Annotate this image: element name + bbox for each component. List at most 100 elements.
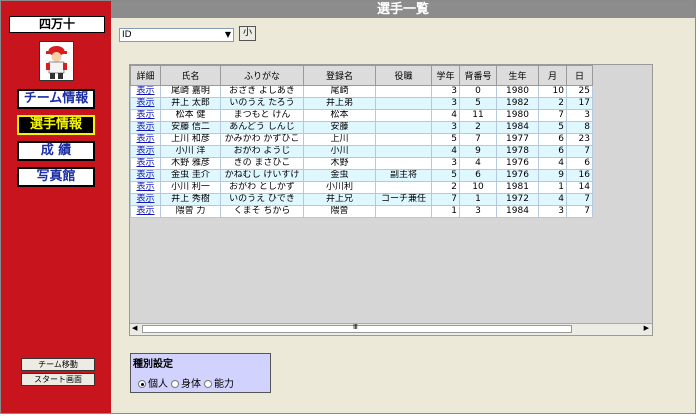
column-header[interactable]: ふりがな	[220, 65, 304, 86]
detail-link[interactable]: 表示	[130, 97, 161, 110]
table-cell: 4	[459, 157, 497, 170]
table-cell: 井上 太郎	[160, 97, 221, 110]
column-header[interactable]: 詳細	[130, 65, 161, 86]
table-cell: 14	[566, 181, 593, 194]
table-cell: 4	[431, 145, 460, 158]
table-cell: 1982	[496, 97, 539, 110]
table-cell: コーチ兼任	[375, 193, 432, 206]
table-cell: かみかわ かずひこ	[220, 133, 304, 146]
column-header[interactable]: 登録名	[303, 65, 376, 86]
scroll-right-icon[interactable]: ▶	[644, 324, 649, 332]
nav-stats-button[interactable]: 成 績	[17, 141, 95, 161]
table-cell: 1976	[496, 169, 539, 182]
table-row: 表示 隈曽 力くまそ ちから 隈曽 1 3 1984 3 7	[130, 205, 593, 218]
table-cell: 7	[431, 193, 460, 206]
detail-link[interactable]: 表示	[130, 121, 161, 134]
table-cell: 16	[566, 169, 593, 182]
table-cell: 7	[459, 133, 497, 146]
table-cell: かねむし けいすけ	[220, 169, 304, 182]
chevron-down-icon: ▼	[224, 30, 231, 39]
table-row: 表示 小川 洋おがわ ようじ 小川 4 9 1978 6 7	[130, 145, 593, 158]
table-cell: 2	[459, 121, 497, 134]
radio-icon[interactable]	[138, 380, 146, 388]
column-header[interactable]: 日	[566, 65, 593, 86]
table-cell: 7	[566, 205, 593, 218]
radio-icon[interactable]	[171, 380, 179, 388]
table-cell: 3	[538, 205, 567, 218]
radio-icon[interactable]	[204, 380, 212, 388]
detail-link[interactable]: 表示	[130, 157, 161, 170]
column-header[interactable]: 月	[538, 65, 567, 86]
detail-link[interactable]: 表示	[130, 205, 161, 218]
table-cell: 小川 利一	[160, 181, 221, 194]
table-cell: 安藤	[303, 121, 376, 134]
table-cell: 17	[566, 97, 593, 110]
table-cell: 3	[566, 109, 593, 122]
table-cell	[375, 181, 432, 194]
detail-link[interactable]: 表示	[130, 133, 161, 146]
nav-player-info-button[interactable]: 選手情報	[17, 115, 95, 135]
table-cell: 2	[431, 181, 460, 194]
column-header[interactable]: 背番号	[459, 65, 497, 86]
scrollbar-thumb[interactable]: Ⅲ	[142, 323, 572, 333]
nav-photo-button[interactable]: 写真館	[17, 167, 95, 187]
table-row: 表示 安藤 信二 あんどう しんじ 安藤 3 2 1984 5 8	[130, 121, 593, 134]
sort-small-button[interactable]: 小	[239, 26, 256, 41]
scroll-left-icon[interactable]: ◀	[132, 324, 137, 332]
table-cell: 6	[459, 169, 497, 182]
player-table: 詳細 氏名 ふりがな 登録名 役職 学年 背番号 生年月日 表示 尾崎 嘉明 おざき よしあき 尾崎…	[129, 64, 653, 336]
detail-link[interactable]: 表示	[130, 169, 161, 182]
table-cell: 副主将	[375, 169, 432, 182]
table-row: 表示 金虫 圭介 かねむし けいすけ 金虫 副主将 5 6 1976 9 16	[130, 169, 593, 182]
table-cell: 3	[431, 85, 460, 98]
column-header[interactable]: 生年	[496, 65, 539, 86]
horizontal-scrollbar[interactable]: ◀ Ⅲ ▶	[130, 323, 652, 335]
type-option-radio[interactable]: 能力	[201, 379, 234, 390]
table-cell: 1	[431, 205, 460, 218]
table-cell: 1980	[496, 109, 539, 122]
table-cell: 1977	[496, 133, 539, 146]
app-window: 四万十 チーム情報 選手情報 成 績 写真館 チーム移動 スタート画面 選手一覧…	[0, 0, 696, 414]
column-header[interactable]: 氏名	[160, 65, 221, 86]
type-option-label: 能力	[214, 379, 234, 390]
table-cell: 松本	[303, 109, 376, 122]
detail-link[interactable]: 表示	[130, 145, 161, 158]
table-cell: 5	[459, 97, 497, 110]
detail-link[interactable]: 表示	[130, 109, 161, 122]
nav-team-info-button[interactable]: チーム情報	[17, 89, 95, 109]
table-cell: 4	[538, 193, 567, 206]
team-move-button[interactable]: チーム移動	[21, 358, 95, 371]
table-row: 表示 小川 利一 おがわ としかず 小川利 2 10 1981 1 14	[130, 181, 593, 194]
table-cell: 23	[566, 133, 593, 146]
table-cell: 1980	[496, 85, 539, 98]
column-header[interactable]: 役職	[375, 65, 432, 86]
table-row: 表示 井上 太郎 いのうえ たろう 井上弟 3 5 1982 2 17	[130, 97, 593, 110]
table-cell: おがわ としかず	[220, 181, 304, 194]
table-cell: 金虫	[303, 169, 376, 182]
type-option-radio[interactable]: 個人	[135, 379, 168, 390]
table-cell: 上川	[303, 133, 376, 146]
type-setting-label: 種別設定	[133, 359, 173, 370]
column-header[interactable]: 学年	[431, 65, 460, 86]
table-row: 表示 木野 雅彦 きの まさひこ 木野 3 4 1976 4 6	[130, 157, 593, 170]
table-cell: 6	[538, 133, 567, 146]
table-cell: 安藤 信二	[160, 121, 221, 134]
table-cell: 井上弟	[303, 97, 376, 110]
table-cell: 1984	[496, 121, 539, 134]
table-cell: 小川 洋	[160, 145, 221, 158]
start-screen-button[interactable]: スタート画面	[21, 373, 95, 386]
table-cell: きの まさひこ	[220, 157, 304, 170]
detail-link[interactable]: 表示	[130, 193, 161, 206]
table-cell	[375, 85, 432, 98]
table-row: 表示 上川 和彦 かみかわ かずひこ 上川 5 7 1977 6 23	[130, 133, 593, 146]
table-row: 表示 井上 秀樹 いのうえ ひでき 井上兄 コーチ兼任 7 1 1972 4 7	[130, 193, 593, 206]
type-setting-group: 種別設定 個人 身体 能力	[130, 353, 271, 393]
table-cell: 井上兄	[303, 193, 376, 206]
type-option-radio[interactable]: 身体	[168, 379, 201, 390]
detail-link[interactable]: 表示	[130, 85, 161, 98]
sort-select[interactable]: ID ▼	[119, 28, 234, 42]
table-cell: 上川 和彦	[160, 133, 221, 146]
table-cell: 9	[459, 145, 497, 158]
table-cell: 1976	[496, 157, 539, 170]
detail-link[interactable]: 表示	[130, 181, 161, 194]
